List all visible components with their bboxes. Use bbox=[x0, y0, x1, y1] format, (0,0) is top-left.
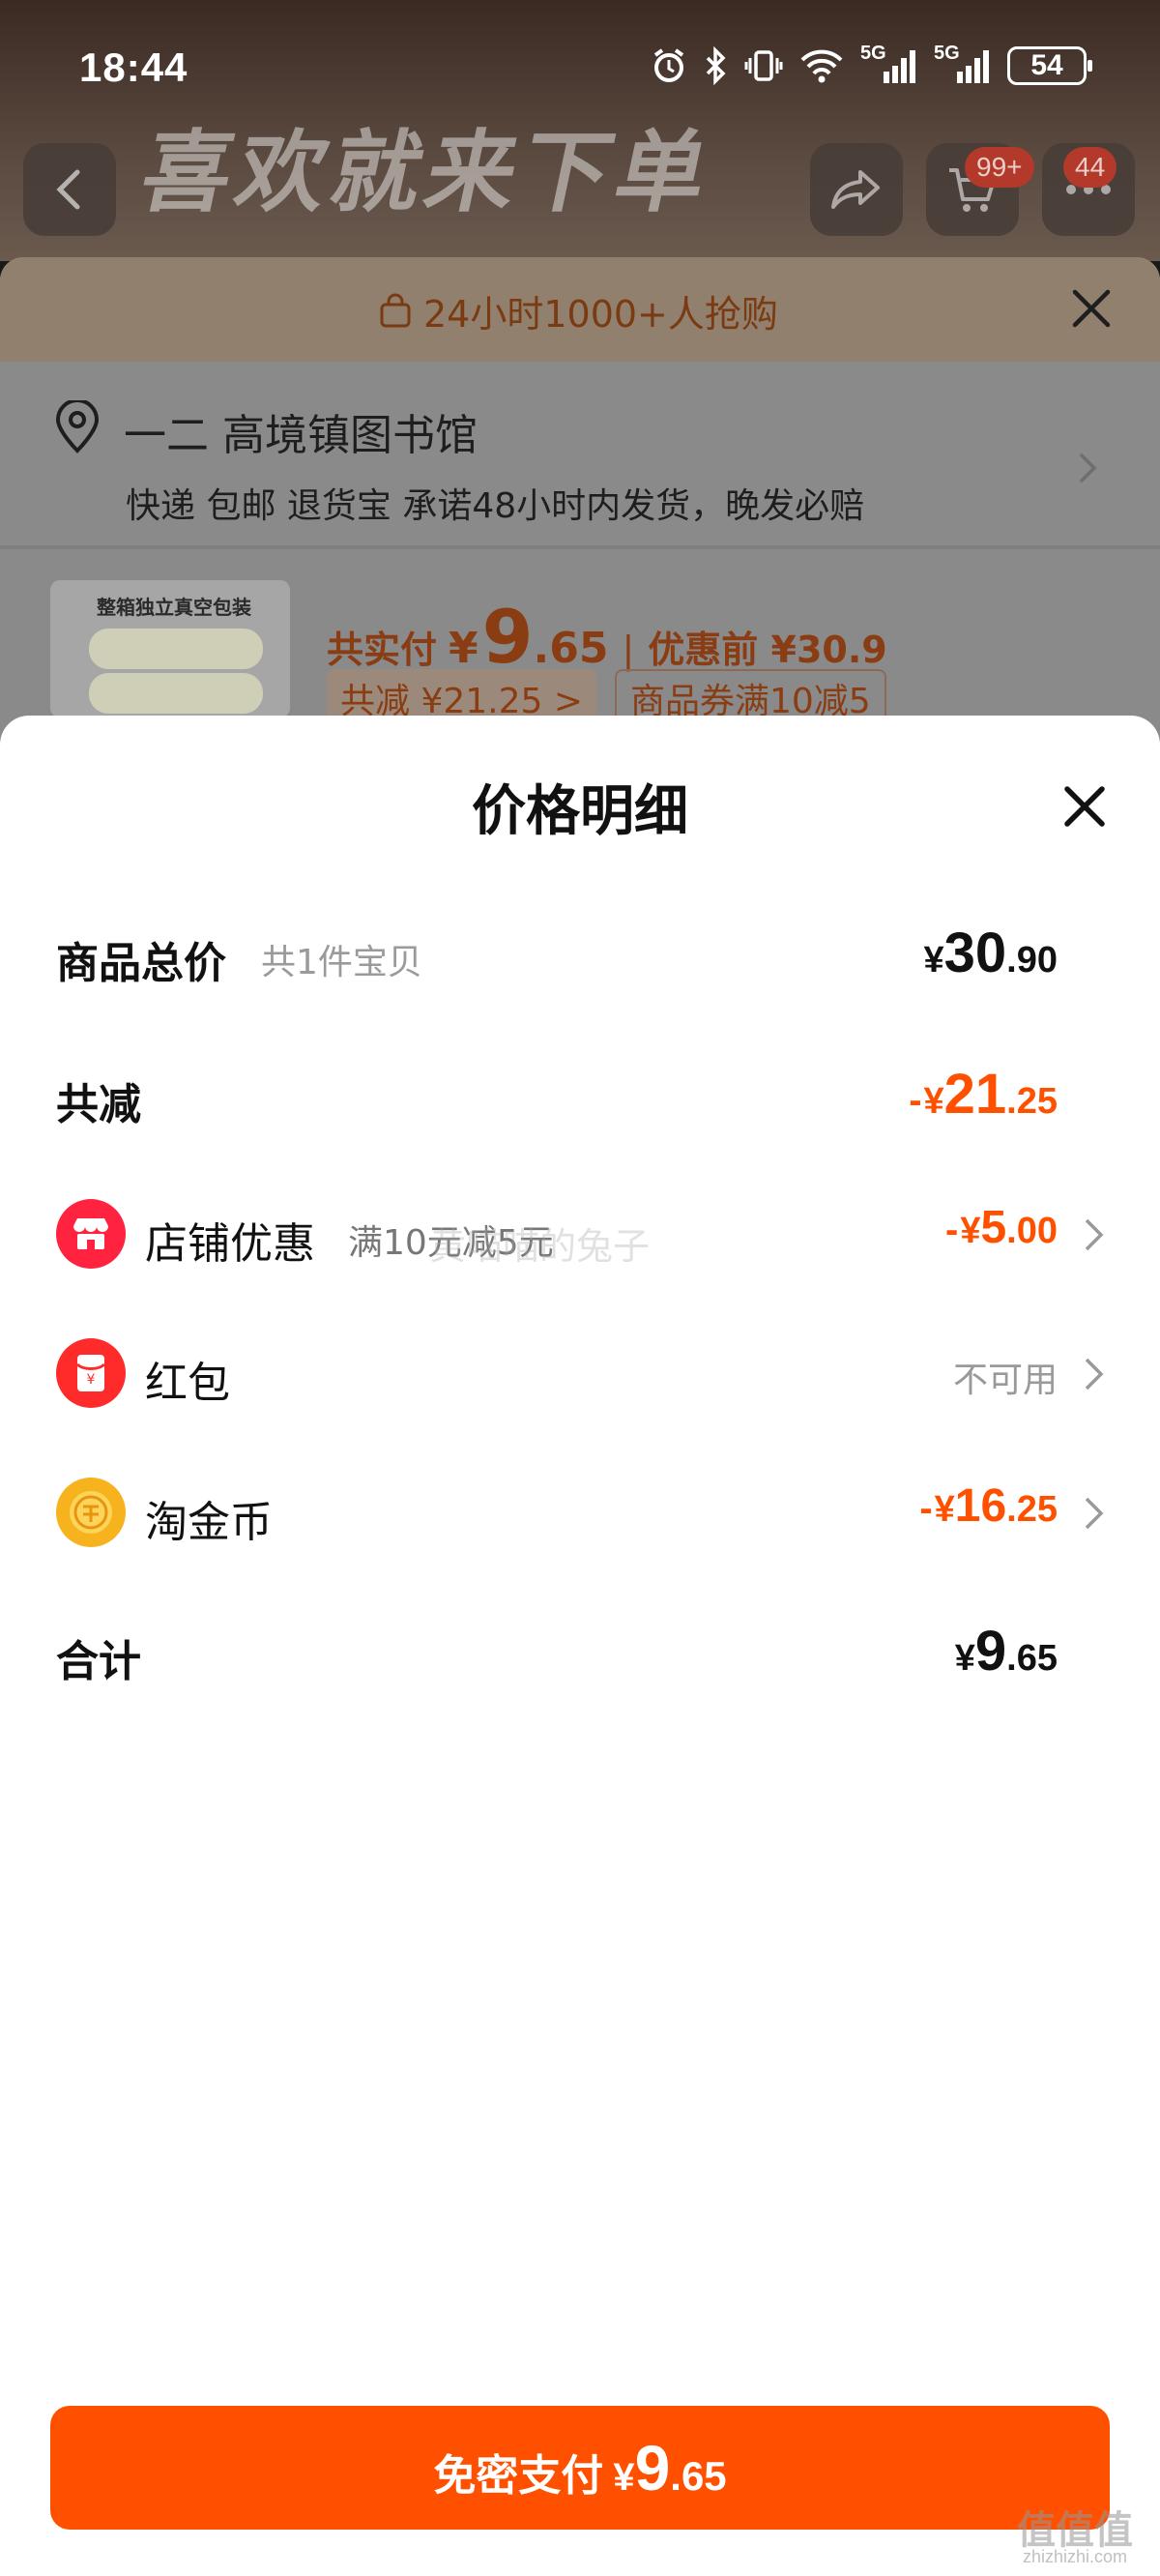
corn-shape bbox=[89, 673, 263, 714]
currency-symbol: ¥ bbox=[923, 940, 944, 981]
product-image: 整箱独立真空包装 bbox=[50, 580, 290, 717]
paid-amount-decimal: .65 bbox=[533, 624, 609, 673]
product-image-label: 整箱独立真空包装 bbox=[97, 596, 251, 619]
divider bbox=[0, 545, 1160, 549]
amount-integer: 16 bbox=[954, 1480, 1007, 1532]
gold-coin-icon bbox=[56, 1478, 126, 1547]
total-label: 合计 bbox=[56, 1637, 141, 1686]
price-before-discount: 优惠前 ¥30.9 bbox=[648, 629, 887, 671]
total-reduce-amount: - ¥ 21 .25 bbox=[909, 1062, 1058, 1127]
vibrate-icon bbox=[744, 50, 783, 81]
network-type-label: 5G bbox=[860, 43, 886, 64]
battery-indicator: 54 bbox=[1007, 46, 1092, 85]
currency-symbol: ¥ bbox=[613, 2456, 635, 2499]
chevron-left-icon bbox=[56, 169, 80, 210]
amount-integer: 21 bbox=[943, 1063, 1007, 1126]
shop-discount-amount[interactable]: - ¥ 5 .00 bbox=[945, 1201, 1058, 1254]
paid-currency: ¥ bbox=[449, 624, 478, 673]
minus-sign: - bbox=[909, 1079, 922, 1122]
network-type-label: 5G bbox=[934, 43, 960, 64]
shop-icon bbox=[56, 1199, 126, 1269]
status-bar: 18:44 5G 5G 54 bbox=[0, 0, 1160, 145]
amount-integer: 30 bbox=[943, 922, 1007, 984]
shop-discount-rule: 满10元减5元 bbox=[348, 1223, 554, 1263]
currency-symbol: ¥ bbox=[954, 1638, 975, 1679]
item-count: 共1件宝贝 bbox=[261, 943, 422, 982]
total-amount: ¥ 9 .65 bbox=[955, 1619, 1058, 1683]
paid-amount-integer: 9 bbox=[481, 594, 534, 680]
corn-shape bbox=[89, 629, 263, 669]
taojin-coin-label: 淘金币 bbox=[145, 1498, 273, 1547]
amount-decimal: .65 bbox=[1006, 1638, 1058, 1679]
amount-integer: 5 bbox=[980, 1202, 1007, 1253]
chevron-right-icon[interactable] bbox=[1083, 1356, 1106, 1392]
paid-summary: 共实付 ¥ 9 .65 | 优惠前 ¥30.9 bbox=[327, 594, 887, 680]
chevron-right-icon[interactable] bbox=[1083, 1216, 1106, 1253]
wifi-icon bbox=[800, 49, 843, 83]
amount-decimal: .90 bbox=[1006, 940, 1058, 981]
taojin-coin-amount[interactable]: - ¥ 16 .25 bbox=[919, 1479, 1058, 1533]
address-name[interactable]: 一二 高境镇图书馆 bbox=[124, 400, 478, 462]
minus-sign: - bbox=[919, 1487, 933, 1530]
alarm-icon bbox=[653, 48, 684, 82]
pay-button-content: 免密支付 ¥ 9 .65 bbox=[433, 2431, 726, 2504]
shopping-bag-icon bbox=[380, 293, 411, 327]
close-icon[interactable] bbox=[1059, 781, 1110, 832]
share-button[interactable] bbox=[810, 143, 903, 236]
bluetooth-icon bbox=[706, 46, 726, 85]
subtotal-label: 商品总价 bbox=[56, 939, 226, 988]
message-badge: 44 bbox=[1063, 147, 1117, 188]
shop-discount-label: 店铺优惠 bbox=[145, 1219, 315, 1269]
share-icon bbox=[831, 170, 880, 209]
paid-separator: | bbox=[622, 629, 635, 671]
amount-decimal: .25 bbox=[1006, 1489, 1058, 1530]
red-packet-icon: ¥ bbox=[56, 1338, 126, 1408]
cart-badge: 99+ bbox=[965, 147, 1034, 188]
subtotal-amount: ¥ 30 .90 bbox=[924, 921, 1058, 985]
delivery-tags: 快递 包邮 退货宝 承诺48小时内发货，晚发必赔 bbox=[126, 486, 865, 526]
chevron-right-icon[interactable] bbox=[1077, 451, 1098, 485]
currency-symbol: ¥ bbox=[934, 1489, 955, 1530]
total-reduce-label: 共减 bbox=[56, 1080, 141, 1129]
minus-sign: - bbox=[945, 1209, 959, 1251]
red-packet-label: 红包 bbox=[145, 1359, 230, 1408]
amount-integer: 9 bbox=[634, 2432, 671, 2503]
currency-symbol: ¥ bbox=[923, 1081, 944, 1122]
red-packet-status[interactable]: 不可用 bbox=[953, 1352, 1058, 1402]
battery-level: 54 bbox=[1030, 49, 1063, 81]
svg-text:¥: ¥ bbox=[87, 1372, 96, 1388]
back-button[interactable] bbox=[23, 143, 116, 236]
sheet-title: 价格明细 bbox=[472, 780, 688, 843]
close-icon[interactable] bbox=[1069, 286, 1114, 331]
location-pin-icon bbox=[55, 400, 100, 454]
amount-decimal: .65 bbox=[670, 2453, 727, 2499]
site-watermark-url: zhizhizhi.com bbox=[1023, 2547, 1128, 2566]
pay-button-label: 免密支付 bbox=[433, 2451, 604, 2501]
currency-symbol: ¥ bbox=[960, 1211, 981, 1251]
amount-integer: 9 bbox=[974, 1620, 1007, 1683]
amount-decimal: .00 bbox=[1006, 1211, 1058, 1251]
amount-decimal: .25 bbox=[1006, 1081, 1058, 1122]
rush-banner-text: 24小时1000+人抢购 bbox=[377, 284, 778, 337]
paid-label: 共实付 bbox=[327, 629, 438, 671]
cellular-signal-2-icon: 5G bbox=[934, 43, 992, 85]
status-time: 18:44 bbox=[79, 44, 188, 90]
status-icons: 5G 5G 54 bbox=[650, 43, 1092, 85]
chevron-right-icon[interactable] bbox=[1083, 1495, 1106, 1532]
pay-button[interactable]: 免密支付 ¥ 9 .65 bbox=[50, 2406, 1110, 2530]
cellular-signal-1-icon: 5G bbox=[860, 43, 918, 85]
rush-banner-label: 24小时1000+人抢购 bbox=[423, 293, 778, 336]
